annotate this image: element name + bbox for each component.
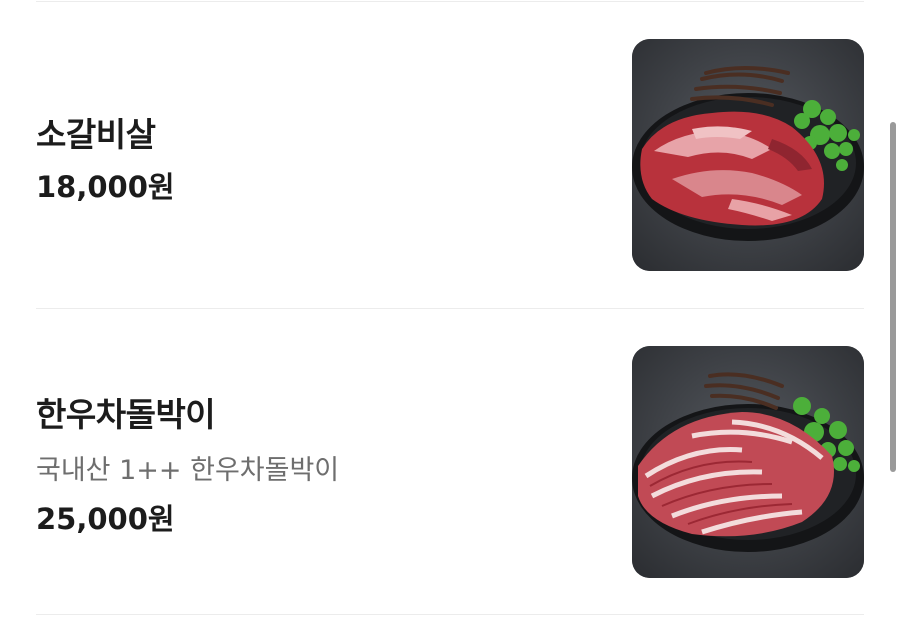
short-rib-image[interactable] bbox=[632, 39, 864, 271]
menu-item-short-rib[interactable]: 소갈비살 18,000원 bbox=[36, 0, 864, 308]
beef-short-rib-photo-icon bbox=[632, 39, 864, 271]
item-name: 한우차돌박이 bbox=[36, 395, 216, 434]
menu-item-brisket[interactable]: 한우차돌박이 국내산 1++ 한우차돌박이 25,000원 bbox=[36, 308, 864, 616]
menu-screen: 소갈비살 18,000원 한우차돌박이 국내산 1++ 한우차돌박이 25,00… bbox=[0, 0, 900, 620]
item-name: 소갈비살 bbox=[36, 115, 156, 154]
beef-brisket-photo-icon bbox=[632, 346, 864, 578]
scrollbar[interactable] bbox=[886, 0, 900, 620]
divider bbox=[36, 614, 864, 615]
item-description: 국내산 1++ 한우차돌박이 bbox=[36, 455, 340, 486]
brisket-image[interactable] bbox=[632, 346, 864, 578]
scrollbar-thumb[interactable] bbox=[890, 122, 896, 472]
item-price: 18,000원 bbox=[36, 170, 175, 204]
item-price: 25,000원 bbox=[36, 502, 175, 536]
